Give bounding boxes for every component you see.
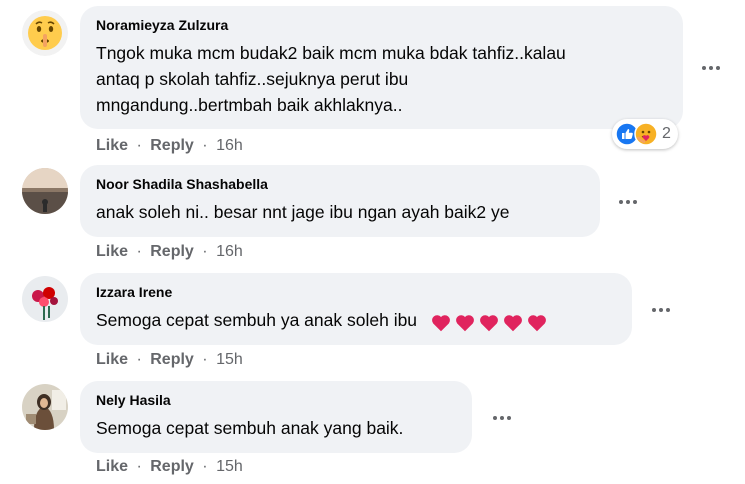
comment-actions: Like · Reply · 16h [96, 243, 243, 260]
comment-bubble: Izzara Irene Semoga cepat sembuh ya anak… [80, 273, 632, 345]
heart-emojis [430, 308, 550, 334]
comment-author[interactable]: Noramieyza Zulzura [96, 16, 669, 34]
more-options-button[interactable] [487, 403, 517, 433]
red-heart-icon [503, 314, 522, 331]
comment-actions: Like · Reply · 16h [96, 137, 243, 154]
red-heart-icon [455, 314, 474, 331]
more-options-button[interactable] [646, 295, 676, 325]
comment-author[interactable]: Nely Hasila [96, 391, 458, 409]
avatar[interactable] [22, 384, 68, 430]
comment-text-line: Semoga cepat sembuh ya anak soleh ibu [96, 307, 618, 334]
like-link[interactable]: Like [96, 243, 128, 260]
comment-timestamp[interactable]: 16h [216, 137, 243, 154]
red-heart-icon [479, 314, 498, 331]
comment-text-line: Semoga cepat sembuh anak yang baik. [96, 418, 404, 438]
comment-author[interactable]: Noor Shadila Shashabella [96, 175, 586, 193]
more-options-button[interactable] [613, 187, 643, 217]
shush-emoji-icon [22, 10, 68, 56]
woman-hijab-photo-icon [22, 384, 68, 430]
comment-actions: Like · Reply · 15h [96, 351, 243, 368]
like-link[interactable]: Like [96, 458, 128, 475]
comment-text: Semoga cepat sembuh ya anak soleh ibu [96, 310, 418, 330]
red-heart-icon [527, 314, 546, 331]
comment-bubble: Noramieyza Zulzura Tngok muka mcm budak2… [80, 6, 683, 129]
care-reaction-icon [634, 122, 658, 146]
reaction-count: 2 [662, 125, 671, 142]
avatar[interactable] [22, 276, 68, 322]
comment-text-line: Tngok muka mcm budak2 baik mcm muka bdak… [96, 43, 566, 63]
comment-timestamp[interactable]: 15h [216, 458, 243, 475]
avatar[interactable] [22, 10, 68, 56]
comment-author[interactable]: Izzara Irene [96, 283, 618, 301]
reply-link[interactable]: Reply [150, 243, 194, 260]
comment-actions: Like · Reply · 15h [96, 458, 243, 475]
comment-text-line: mngandung..bertmbah baik akhlaknya.. [96, 95, 403, 115]
reaction-summary[interactable]: 2 [612, 119, 678, 149]
sunset-photo-icon [22, 168, 68, 214]
reply-link[interactable]: Reply [150, 351, 194, 368]
comment-text-line: antaq p skolah tahfiz..sejuknya perut ib… [96, 69, 409, 89]
roses-photo-icon [22, 276, 68, 322]
more-options-button[interactable] [696, 53, 726, 83]
like-link[interactable]: Like [96, 137, 128, 154]
avatar[interactable] [22, 168, 68, 214]
red-heart-icon [431, 314, 450, 331]
comment-text-line: anak soleh ni.. besar nnt jage ibu ngan … [96, 202, 510, 222]
reply-link[interactable]: Reply [150, 137, 194, 154]
comment-timestamp[interactable]: 16h [216, 243, 243, 260]
comment-timestamp[interactable]: 15h [216, 351, 243, 368]
reply-link[interactable]: Reply [150, 458, 194, 475]
comment-bubble: Noor Shadila Shashabella anak soleh ni..… [80, 165, 600, 237]
like-link[interactable]: Like [96, 351, 128, 368]
comment-bubble: Nely Hasila Semoga cepat sembuh anak yan… [80, 381, 472, 453]
